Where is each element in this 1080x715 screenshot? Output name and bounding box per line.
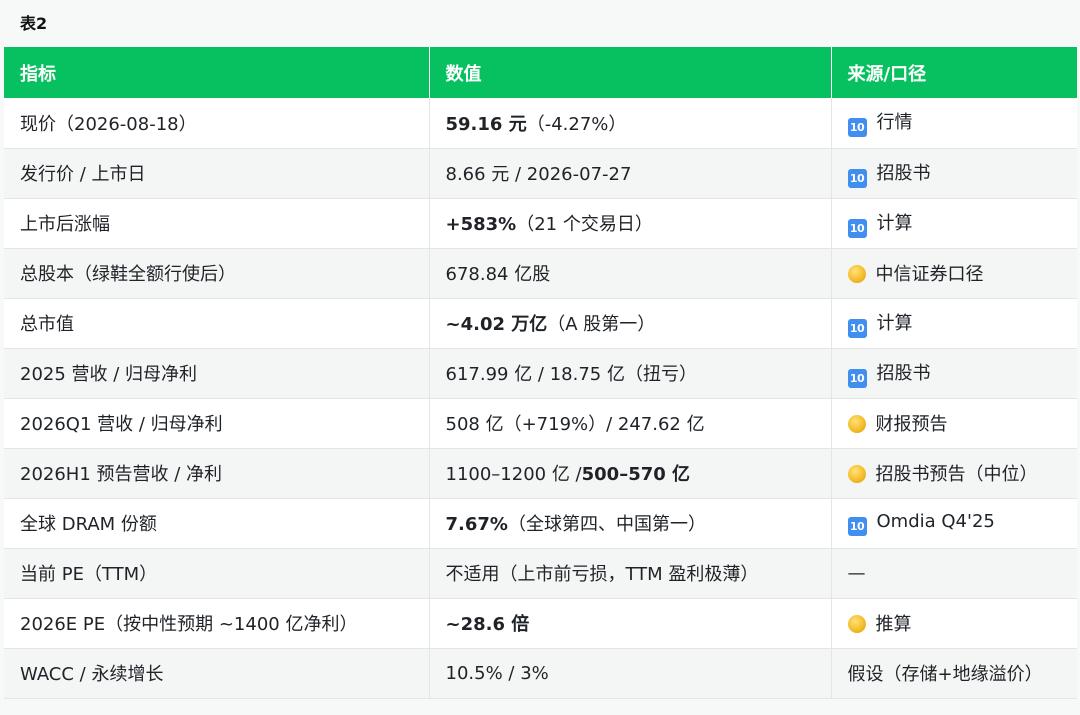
cell-indicator: 全球 DRAM 份额	[4, 498, 430, 549]
table-row: 2026E PE（按中性预期 ~1400 亿净利） ~28.6 倍 推算	[4, 598, 1077, 649]
cell-source: 假设（存储+地缘溢价）	[831, 648, 1077, 699]
value-bold: 500–570 亿	[581, 464, 691, 485]
source-label: 计算	[876, 312, 913, 334]
cell-source: 推算	[831, 598, 1077, 649]
table-row: 发行价 / 上市日 8.66 元 / 2026-07-27 10 招股书	[4, 148, 1077, 199]
cell-indicator: 2025 营收 / 归母净利	[4, 348, 430, 399]
cell-source: 招股书预告（中位）	[831, 448, 1077, 499]
cell-indicator: 上市后涨幅	[4, 198, 430, 249]
value-rest: （全球第四、中国第一）	[507, 514, 706, 535]
cell-indicator: 2026H1 预告营收 / 净利	[4, 448, 430, 499]
data-table: 指标 数值 来源/口径 现价（2026-08-18） 59.16 元（-4.27…	[4, 47, 1077, 699]
header-indicator: 指标	[4, 47, 430, 98]
keycap-ten-icon: 10	[847, 516, 867, 536]
table-caption: 表2	[20, 14, 48, 33]
value-bold: ~4.02 万亿	[445, 314, 548, 335]
cell-source: 10 Omdia Q4'25	[831, 498, 1077, 549]
value-rest: （-4.27%）	[526, 113, 627, 135]
value-rest: （21 个交易日）	[516, 214, 653, 235]
yellow-circle-icon	[847, 265, 866, 283]
source-label: 推算	[875, 614, 912, 635]
keycap-ten-icon: 10	[847, 168, 867, 188]
table-row: 2025 营收 / 归母净利 617.99 亿 / 18.75 亿（扭亏） 10…	[4, 348, 1077, 399]
header-value: 数值	[429, 47, 832, 98]
cell-source: 10 招股书	[831, 148, 1077, 199]
cell-value: 678.84 亿股	[429, 248, 832, 299]
value-bold: 59.16 元	[445, 113, 527, 135]
value-plain: 1100–1200 亿 /	[445, 464, 582, 485]
table-row: 现价（2026-08-18） 59.16 元（-4.27%） 10 行情	[4, 98, 1077, 149]
table-page: 表2 指标 数值 来源/口径 现价（2026-08-18） 59.16 元（-4…	[0, 0, 1080, 715]
cell-source: 10 计算	[831, 198, 1077, 249]
cell-value: ~28.6 倍	[429, 598, 832, 649]
table-row: 总市值 ~4.02 万亿（A 股第一） 10 计算	[4, 298, 1077, 349]
value-bold: 7.67%	[445, 514, 508, 535]
cell-source: 中信证券口径	[831, 248, 1077, 299]
value-rest: （A 股第一）	[547, 314, 656, 335]
source-label: 招股书预告（中位）	[875, 464, 1038, 485]
cell-source: 10 招股书	[831, 348, 1077, 399]
cell-value: 617.99 亿 / 18.75 亿（扭亏）	[429, 348, 832, 399]
cell-indicator: 现价（2026-08-18）	[4, 98, 430, 149]
table-row: 当前 PE（TTM） 不适用（上市前亏损，TTM 盈利极薄） —	[4, 548, 1077, 599]
table-row: 上市后涨幅 +583%（21 个交易日） 10 计算	[4, 198, 1077, 249]
cell-value: 7.67%（全球第四、中国第一）	[429, 498, 832, 549]
keycap-ten-icon: 10	[847, 118, 867, 138]
keycap-ten-icon: 10	[847, 218, 867, 238]
cell-indicator: 总股本（绿鞋全额行使后）	[4, 248, 430, 299]
source-label: 招股书	[876, 162, 931, 184]
cell-indicator: 当前 PE（TTM）	[4, 548, 430, 599]
cell-value: 1100–1200 亿 /500–570 亿	[429, 448, 832, 499]
cell-indicator: 2026E PE（按中性预期 ~1400 亿净利）	[4, 598, 430, 649]
table-row: 总股本（绿鞋全额行使后） 678.84 亿股 中信证券口径	[4, 248, 1077, 299]
cell-source: 财报预告	[831, 398, 1077, 449]
table-header-row: 指标 数值 来源/口径	[4, 47, 1077, 98]
value-bold: +583%	[445, 214, 517, 235]
cell-value: ~4.02 万亿（A 股第一）	[429, 298, 832, 349]
cell-indicator: 2026Q1 营收 / 归母净利	[4, 398, 430, 449]
cell-indicator: 发行价 / 上市日	[4, 148, 430, 199]
table-row: 全球 DRAM 份额 7.67%（全球第四、中国第一） 10 Omdia Q4'2…	[4, 498, 1077, 549]
cell-value: 508 亿（+719%）/ 247.62 亿	[429, 398, 832, 449]
cell-source: 10 行情	[831, 98, 1077, 149]
cell-value: 59.16 元（-4.27%）	[429, 98, 832, 149]
table-row: 2026H1 预告营收 / 净利 1100–1200 亿 /500–570 亿 …	[4, 448, 1077, 499]
source-label: 财报预告	[875, 414, 948, 435]
value-bold: ~28.6 倍	[445, 614, 530, 635]
yellow-circle-icon	[847, 465, 866, 483]
yellow-circle-icon	[847, 415, 866, 433]
cell-indicator: 总市值	[4, 298, 430, 349]
cell-value: 不适用（上市前亏损，TTM 盈利极薄）	[429, 548, 832, 599]
source-label: Omdia Q4'25	[876, 510, 995, 532]
table-row: WACC / 永续增长 10.5% / 3% 假设（存储+地缘溢价）	[4, 648, 1077, 699]
table-row: 2026Q1 营收 / 归母净利 508 亿（+719%）/ 247.62 亿 …	[4, 398, 1077, 449]
source-label: 行情	[876, 112, 913, 134]
cell-source: —	[831, 548, 1077, 599]
cell-value: +583%（21 个交易日）	[429, 198, 832, 249]
keycap-ten-icon: 10	[847, 318, 867, 338]
header-source: 来源/口径	[831, 47, 1077, 98]
source-label: 招股书	[876, 362, 931, 384]
yellow-circle-icon	[847, 615, 866, 633]
cell-value: 10.5% / 3%	[429, 648, 832, 699]
keycap-ten-icon: 10	[847, 368, 867, 388]
cell-source: 10 计算	[831, 298, 1077, 349]
cell-value: 8.66 元 / 2026-07-27	[429, 148, 832, 199]
cell-indicator: WACC / 永续增长	[4, 648, 430, 699]
source-label: 计算	[876, 212, 913, 234]
source-label: 中信证券口径	[875, 264, 984, 285]
